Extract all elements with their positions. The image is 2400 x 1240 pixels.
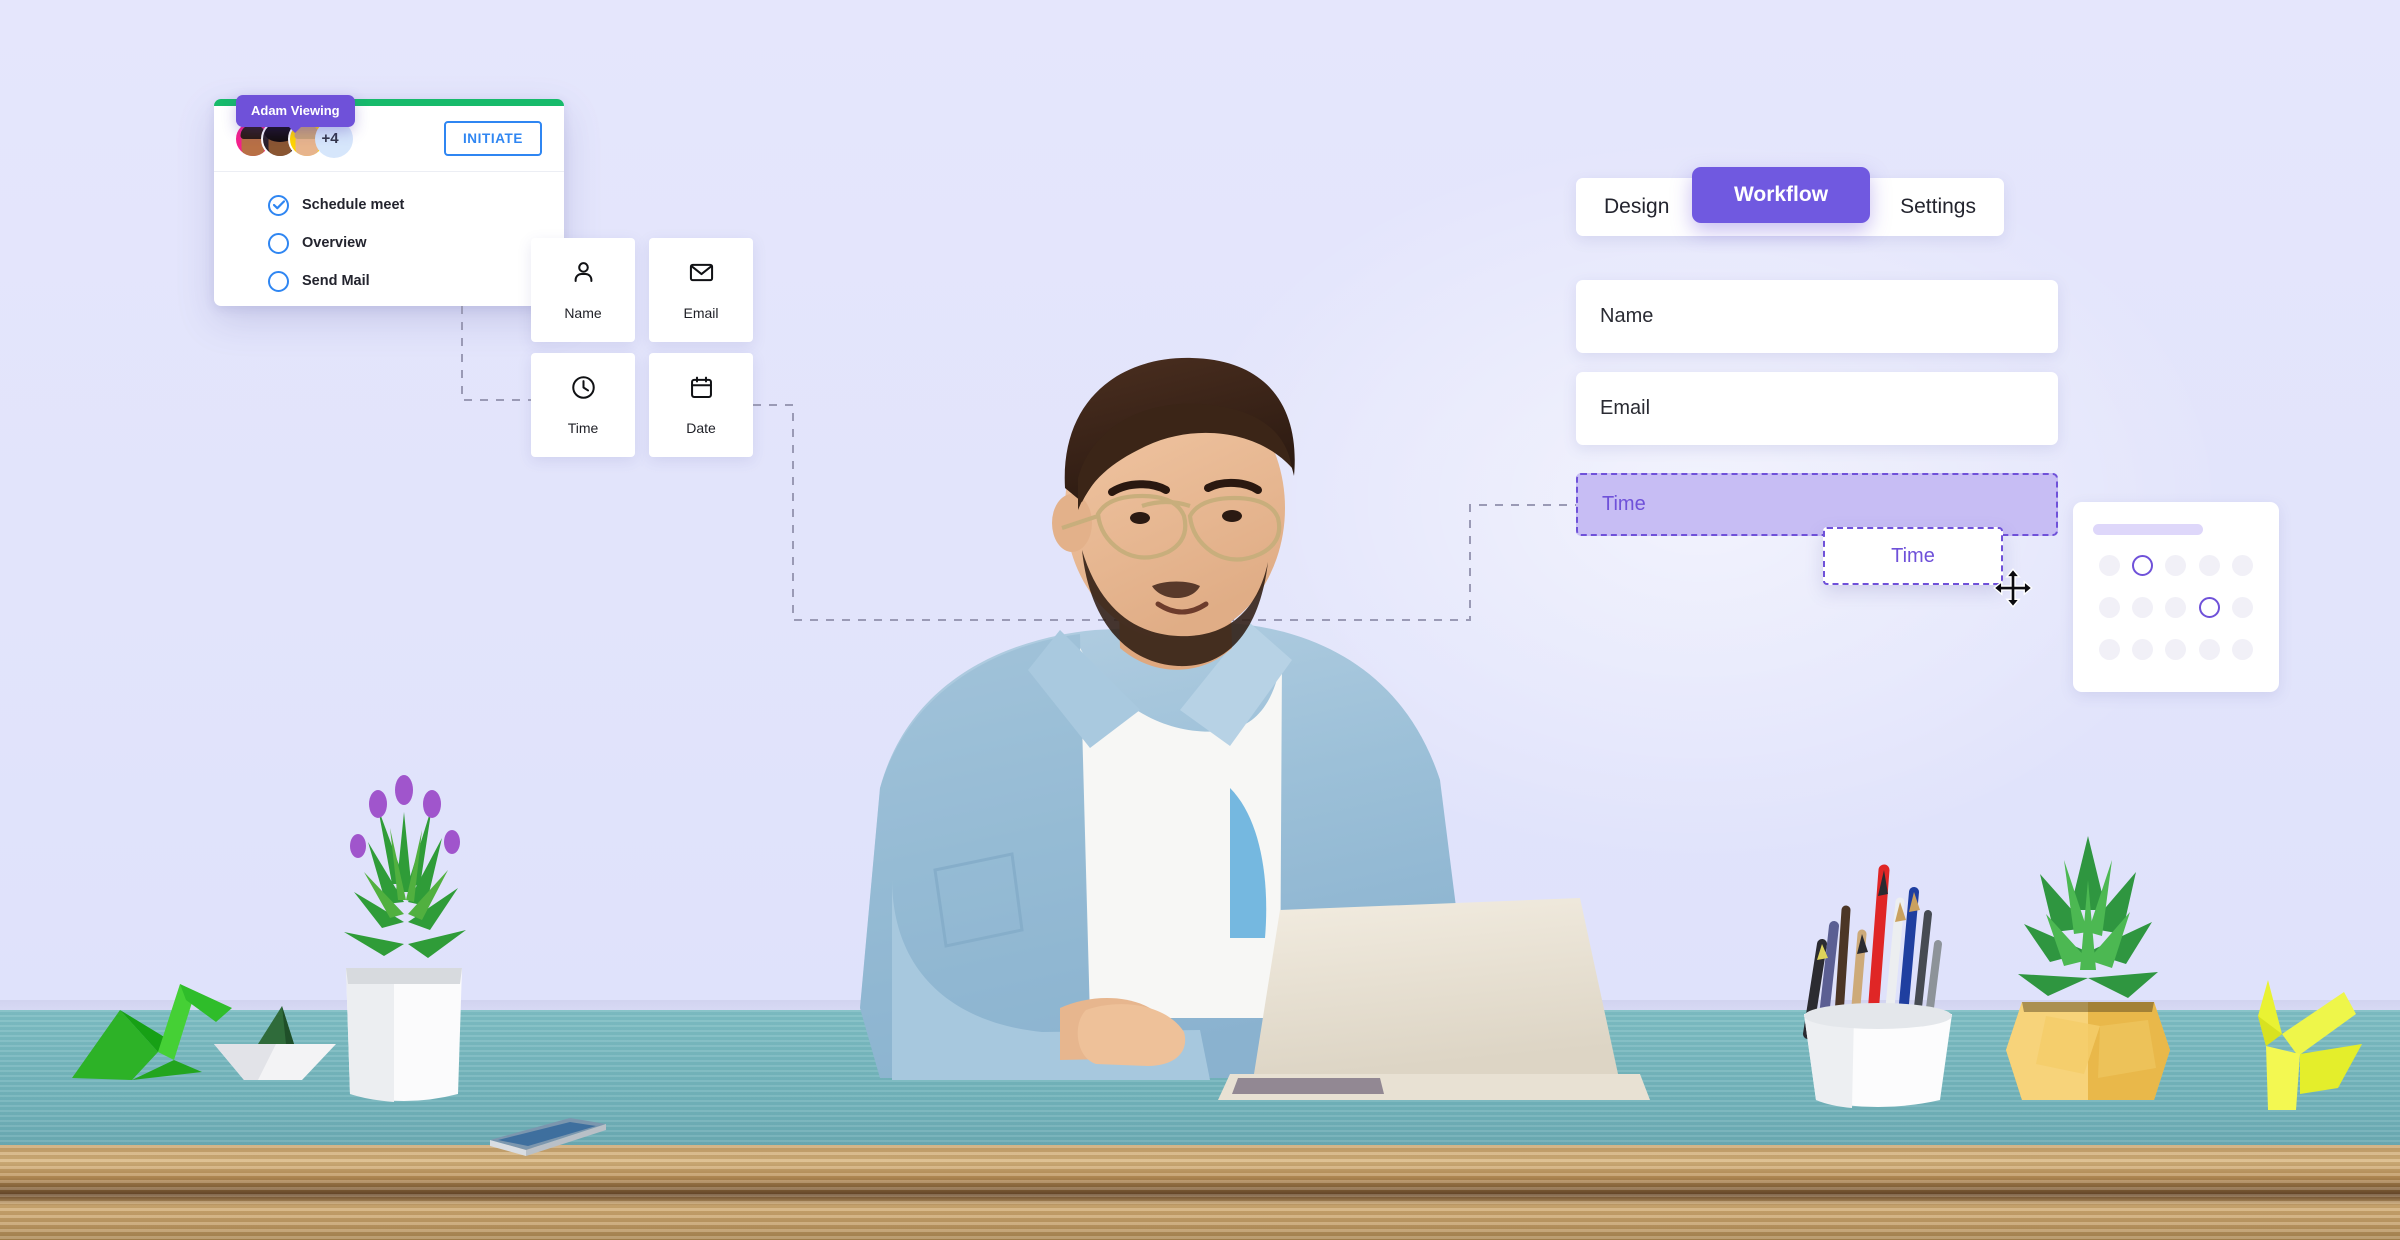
calendar-cell[interactable] [2132,597,2154,618]
task-card: +4 INITIATE Schedule meet Overview Send … [214,99,564,306]
paper-boat [214,1006,336,1080]
task-item[interactable]: Overview [268,224,564,262]
calendar-cell[interactable] [2099,639,2121,660]
field-tile-label: Time [567,420,599,436]
drag-chip-time[interactable]: Time [1823,527,2003,585]
checkbox-empty-icon[interactable] [268,270,289,292]
person-icon [570,259,597,291]
pencil-cup [1803,864,1952,1108]
avatar-overflow-count: +4 [321,130,339,147]
task-item[interactable]: Send Mail [268,262,564,300]
viewing-badge: Adam Viewing [236,95,355,127]
calendar-cell[interactable] [2198,555,2220,576]
calendar-cell[interactable] [2198,639,2220,660]
desk-wooden-edge [0,1145,2400,1240]
move-cursor-icon [1993,568,2033,613]
tab-settings[interactable]: Settings [1900,195,1976,219]
calendar-header-bar [2093,524,2203,535]
field-tile-date[interactable]: Date [649,353,753,457]
envelope-icon [688,259,715,291]
calendar-cell-selected[interactable] [2198,597,2220,618]
smartphone [490,1118,606,1156]
field-tile-time[interactable]: Time [531,353,635,457]
origami-crane-yellow [2258,980,2362,1110]
calendar-cell-selected[interactable] [2132,555,2154,576]
calendar-cell[interactable] [2231,639,2253,660]
drag-chip-label: Time [1891,544,1935,567]
calendar-widget[interactable] [2073,502,2279,692]
scene-root: +4 INITIATE Schedule meet Overview Send … [0,0,2400,1240]
yellow-geometric-planter [2006,836,2170,1100]
field-tile-label: Date [686,420,716,436]
field-tile-email[interactable]: Email [649,238,753,342]
task-item-label: Schedule meet [302,197,405,213]
calendar-grid [2093,555,2259,660]
calendar-cell[interactable] [2099,555,2121,576]
calendar-cell[interactable] [2231,555,2253,576]
task-list: Schedule meet Overview Send Mail [214,172,564,306]
task-item[interactable]: Schedule meet [268,186,564,224]
field-tile-label: Email [683,305,719,321]
calendar-cell[interactable] [2132,639,2154,660]
task-item-label: Overview [302,235,367,251]
calendar-cell[interactable] [2165,639,2187,660]
tab-design[interactable]: Design [1604,195,1669,219]
calendar-cell[interactable] [2165,555,2187,576]
field-tile-label: Name [564,305,602,321]
task-item-label: Send Mail [302,273,370,289]
calendar-cell[interactable] [2165,597,2187,618]
calendar-icon [688,374,715,406]
initiate-button[interactable]: INITIATE [443,121,542,156]
white-planter-lavender-plant [344,775,466,1102]
checkbox-empty-icon[interactable] [268,232,289,254]
checkbox-checked-icon[interactable] [268,194,289,216]
calendar-cell[interactable] [2099,597,2121,618]
clock-icon [570,374,597,406]
tab-workflow[interactable]: Workflow [1692,167,1870,223]
person-at-laptop [860,357,1650,1100]
field-tile-name[interactable]: Name [531,238,635,342]
calendar-cell[interactable] [2231,597,2253,618]
